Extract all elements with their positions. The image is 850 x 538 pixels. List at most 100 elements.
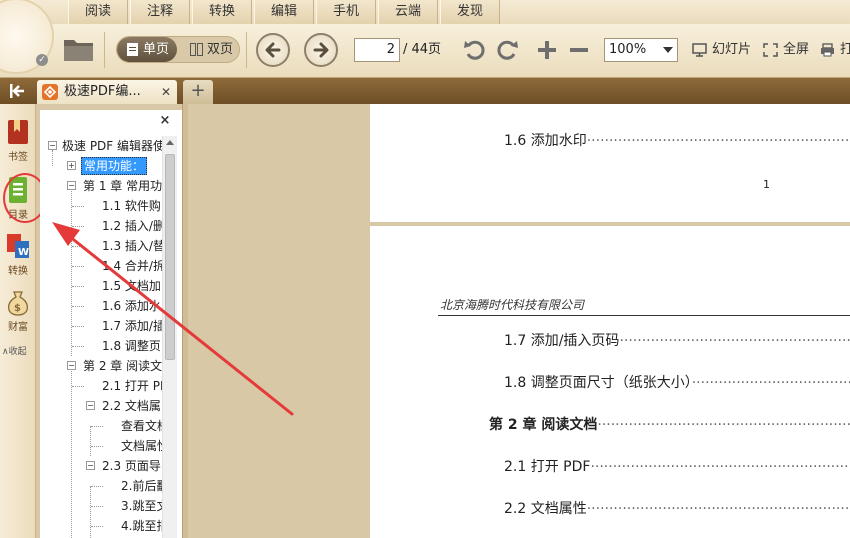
tree-line	[72, 206, 84, 207]
tree-line	[72, 286, 84, 287]
tree-line	[72, 386, 84, 387]
close-tab-icon[interactable]: ✕	[161, 85, 171, 99]
toc-item-label: 1.7 添加/插	[102, 319, 162, 333]
menu-tab-annotate[interactable]: 注释	[130, 0, 190, 24]
print-label: 打	[840, 42, 850, 57]
collapse-node-icon[interactable]: −	[67, 181, 76, 190]
collapse-node-icon[interactable]: −	[86, 461, 95, 470]
menu-tab-edit[interactable]: 编辑	[254, 0, 314, 24]
toc-scroll-thumb[interactable]	[165, 154, 175, 360]
toc-item-label: 1.8 调整页	[102, 339, 161, 353]
toc-item-label: 3.跳至文	[121, 499, 162, 513]
double-page-button[interactable]: 双页	[181, 37, 239, 62]
collapse-node-icon[interactable]: −	[48, 141, 57, 150]
toc-entry-text: 1.7 添加/插入页码	[504, 333, 620, 349]
money-bag-icon: $	[8, 291, 28, 316]
zoom-value: 100%	[609, 42, 647, 57]
toc-panel: × − 极速 PDF 编辑器使 + 常用功能： − 第 1 章 常用功 1.1 …	[40, 110, 182, 538]
rail-label-wealth: 财富	[8, 322, 28, 333]
scroll-up-icon[interactable]	[166, 140, 174, 145]
toc-item-label: 1.4 合并/拆	[102, 259, 162, 273]
page-total-label: / 44页	[403, 42, 442, 57]
print-button[interactable]: 打	[820, 38, 850, 62]
fullscreen-icon	[763, 43, 778, 57]
menu-tab-read[interactable]: 阅读	[68, 0, 128, 24]
collapse-node-icon[interactable]: −	[67, 361, 76, 370]
fullscreen-button[interactable]: 全屏	[763, 38, 809, 62]
leader-dots: ········································…	[691, 375, 850, 391]
rail-item-bookmark[interactable]: 书签	[0, 118, 36, 170]
header-rule	[438, 315, 850, 316]
collapse-sidebar-button[interactable]	[0, 78, 34, 104]
close-icon[interactable]: ×	[158, 114, 172, 128]
toc-item-label: 2.3 页面导	[102, 459, 161, 473]
menu-tab-cloud[interactable]: 云端	[378, 0, 438, 24]
chevron-down-icon	[663, 47, 673, 53]
double-page-label: 双页	[207, 42, 234, 57]
rail-collapse-button[interactable]: ∧收起	[2, 344, 27, 357]
toc-item-label: 1.6 添加水	[102, 299, 161, 313]
page-icon	[127, 43, 138, 56]
pdf-page: 1.6 添加水印································…	[370, 104, 850, 222]
menu-bar: 阅读 注释 转换 编辑 手机 云端 发现	[0, 0, 850, 24]
svg-text:W: W	[18, 247, 29, 258]
toc-item-label: 4.跳至指	[121, 519, 162, 533]
next-page-button[interactable]	[304, 33, 338, 67]
rotate-right-icon[interactable]	[494, 37, 520, 63]
rotate-left-icon[interactable]	[462, 37, 488, 63]
tree-line	[72, 266, 84, 267]
toolbar: ✓ 单页 双页 2 / 44页 100% 幻灯片 全屏 打	[0, 0, 850, 78]
open-folder-button[interactable]	[62, 34, 96, 64]
page-number-input[interactable]: 2	[354, 38, 400, 62]
toc-item-label-selected: 常用功能：	[81, 157, 148, 175]
rail-item-convert[interactable]: W 转换	[0, 232, 36, 284]
slideshow-button[interactable]: 幻灯片	[692, 38, 751, 62]
single-page-button[interactable]: 单页	[117, 37, 177, 62]
new-tab-button[interactable]: +	[183, 80, 213, 104]
document-tab[interactable]: 极速PDF编... ✕	[37, 80, 177, 104]
folder-icon	[64, 40, 93, 61]
side-rail: 书签 目录 W 转换 $ 财富 ∧收起	[0, 104, 36, 538]
collapse-left-icon	[10, 84, 24, 98]
toc-entry: 1.6 添加水印································…	[504, 130, 850, 150]
toc-item-label: 文档属性	[121, 439, 162, 453]
tree-line	[90, 426, 91, 456]
toc-item-label: 1.1 软件购	[102, 199, 161, 213]
menu-tab-convert[interactable]: 转换	[192, 0, 252, 24]
toc-entry-chapter: 第 2 章 阅读文档······························…	[489, 414, 850, 434]
page-number: 1	[763, 178, 770, 191]
toolbar-separator	[246, 32, 247, 68]
tree-line	[72, 226, 84, 227]
document-view[interactable]: 1.6 添加水印································…	[188, 104, 850, 538]
previous-page-button[interactable]	[256, 33, 290, 67]
menu-tab-discover[interactable]: 发现	[440, 0, 500, 24]
tree-line	[72, 326, 84, 327]
toc-entry-text: 2.2 文档属性	[504, 501, 587, 517]
zoom-in-icon[interactable]	[534, 37, 560, 63]
document-tab-title: 极速PDF编...	[64, 84, 141, 99]
toc-item-label: 第 2 章 阅读文	[83, 359, 162, 373]
tree-line	[71, 186, 72, 356]
toc-item-label: 2.1 打开 PI	[102, 379, 162, 393]
printer-icon	[821, 43, 834, 57]
leader-dots: ········································…	[586, 133, 850, 149]
toc-item-label: 1.2 插入/删	[102, 219, 162, 233]
toc-entry-text: 第 2 章 阅读文档	[489, 417, 598, 433]
toc-entry: 1.7 添加/插入页码·····························…	[504, 330, 850, 350]
view-mode-toggle: 单页 双页	[116, 36, 240, 63]
expand-node-icon[interactable]: +	[67, 161, 76, 170]
toc-scrollbar[interactable]	[162, 136, 177, 538]
fullscreen-label: 全屏	[783, 42, 810, 57]
toc-entry: 1.8 调整页面尺寸（纸张大小）························…	[504, 372, 850, 392]
toc-entry-text: 2.1 打开 PDF	[504, 459, 591, 475]
pdf-page: 北京海腾时代科技有限公司 1.7 添加/插入页码················…	[370, 226, 850, 538]
leader-dots: ········································…	[597, 417, 850, 433]
toc-item-label: 2.前后翻	[121, 479, 162, 493]
rail-item-wealth[interactable]: $ 财富	[0, 288, 36, 340]
zoom-out-icon[interactable]	[566, 37, 592, 63]
pdf-file-icon	[42, 84, 58, 100]
menu-tab-mobile[interactable]: 手机	[316, 0, 376, 24]
zoom-select[interactable]: 100%	[604, 38, 678, 62]
tree-line	[72, 246, 84, 247]
collapse-node-icon[interactable]: −	[86, 401, 95, 410]
